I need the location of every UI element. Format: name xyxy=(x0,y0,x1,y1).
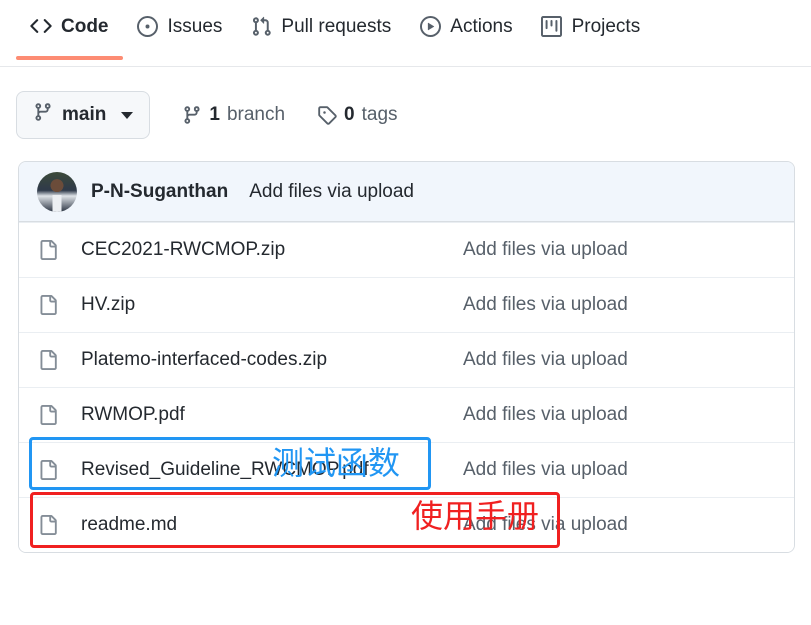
table-row[interactable]: RWMOP.pdf Add files via upload xyxy=(19,387,794,442)
branches-label: branch xyxy=(226,104,286,125)
tags-count-link[interactable]: 0 tags xyxy=(317,104,398,126)
file-icon xyxy=(37,514,59,536)
file-commit-message[interactable]: Add files via upload xyxy=(463,294,628,316)
git-branch-icon xyxy=(182,105,202,125)
tab-code[interactable]: Code xyxy=(16,0,123,60)
file-commit-message[interactable]: Add files via upload xyxy=(463,349,628,371)
project-board-icon xyxy=(541,15,563,37)
tab-actions[interactable]: Actions xyxy=(405,0,526,52)
repo-nav-tabs: Code Issues Pull requests Actions Projec… xyxy=(0,0,811,67)
tab-code-label: Code xyxy=(61,15,109,37)
commit-message[interactable]: Add files via upload xyxy=(249,181,414,203)
table-row[interactable]: readme.md Add files via upload xyxy=(19,497,794,552)
table-row[interactable]: CEC2021-RWCMOP.zip Add files via upload xyxy=(19,222,794,277)
file-icon xyxy=(37,459,59,481)
play-icon xyxy=(419,15,441,37)
avatar xyxy=(37,171,77,212)
commit-author[interactable]: P-N-Suganthan xyxy=(91,181,228,203)
tags-label: tags xyxy=(361,104,398,125)
file-name[interactable]: Platemo-interfaced-codes.zip xyxy=(81,349,463,371)
tab-pull-requests-label: Pull requests xyxy=(281,15,392,37)
file-name[interactable]: CEC2021-RWCMOP.zip xyxy=(81,239,463,261)
file-icon xyxy=(37,404,59,426)
table-row[interactable]: Revised_Guideline_RWCMOP.pdf Add files v… xyxy=(19,442,794,497)
file-commit-message[interactable]: Add files via upload xyxy=(463,514,628,536)
tab-pull-requests[interactable]: Pull requests xyxy=(236,0,405,52)
file-name[interactable]: Revised_Guideline_RWCMOP.pdf xyxy=(81,459,463,481)
branches-count-link[interactable]: 1 branch xyxy=(182,104,285,126)
file-commit-message[interactable]: Add files via upload xyxy=(463,239,628,261)
issue-opened-icon xyxy=(137,15,159,37)
branches-count: 1 xyxy=(209,104,220,125)
file-icon xyxy=(37,239,59,261)
file-icon xyxy=(37,349,59,371)
branch-name-label: main xyxy=(62,104,107,125)
branch-selector-button[interactable]: main xyxy=(16,91,151,139)
table-row[interactable]: HV.zip Add files via upload xyxy=(19,277,794,332)
file-list-table: P-N-Suganthan Add files via upload CEC20… xyxy=(18,161,795,553)
file-commit-message[interactable]: Add files via upload xyxy=(463,404,628,426)
git-pull-request-icon xyxy=(250,15,272,37)
git-branch-icon xyxy=(33,102,53,128)
table-row[interactable]: Platemo-interfaced-codes.zip Add files v… xyxy=(19,332,794,387)
tags-count: 0 xyxy=(344,104,355,125)
tag-icon xyxy=(317,105,337,125)
file-name[interactable]: HV.zip xyxy=(81,294,463,316)
file-commit-message[interactable]: Add files via upload xyxy=(463,459,628,481)
file-name[interactable]: RWMOP.pdf xyxy=(81,404,463,426)
tab-issues[interactable]: Issues xyxy=(123,0,237,52)
tab-projects[interactable]: Projects xyxy=(527,0,655,52)
repo-toolbar: main 1 branch 0 tags xyxy=(0,67,811,139)
latest-commit-header: P-N-Suganthan Add files via upload xyxy=(19,162,794,222)
tab-issues-label: Issues xyxy=(167,15,223,37)
file-name[interactable]: readme.md xyxy=(81,514,463,536)
tab-actions-label: Actions xyxy=(450,15,513,37)
code-icon xyxy=(30,15,52,37)
tab-projects-label: Projects xyxy=(571,15,641,37)
file-icon xyxy=(37,294,59,316)
chevron-down-icon xyxy=(121,111,134,119)
